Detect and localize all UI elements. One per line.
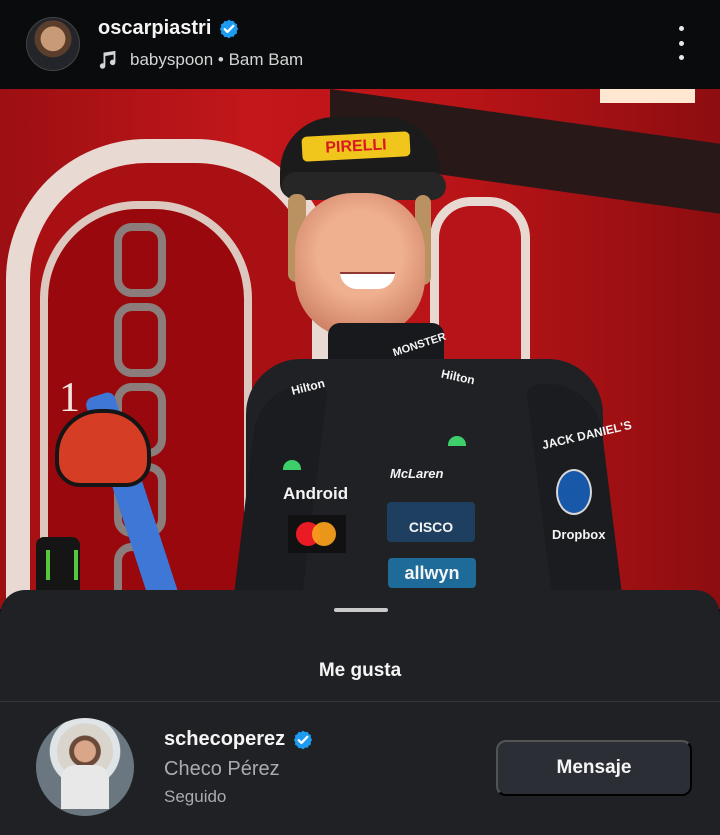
liker-username-row[interactable]: schecoperez xyxy=(164,728,314,751)
message-button[interactable]: Mensaje xyxy=(496,740,692,796)
mastercard-logo xyxy=(288,515,346,553)
likes-bottom-sheet: Me gusta schecoperez Checo Pérez Seguido… xyxy=(0,590,720,835)
ceiling-light xyxy=(600,89,695,103)
cisco-logo: CISCO xyxy=(387,502,475,542)
smiling-face xyxy=(295,193,425,338)
liker-username[interactable]: schecoperez xyxy=(164,728,285,751)
music-note-icon xyxy=(99,50,116,69)
follow-status: Seguido xyxy=(164,787,227,806)
post-photo[interactable]: 1 PIRELLI Android McLaren CISCO allwyn H… xyxy=(0,89,720,609)
mclaren-logo: McLaren xyxy=(390,466,444,481)
post-header: oscarpiastri babyspoon • Bam Bam xyxy=(0,0,720,89)
liker-avatar[interactable] xyxy=(36,718,134,816)
sheet-title: Me gusta xyxy=(318,660,402,681)
verified-icon xyxy=(220,19,239,38)
verified-icon xyxy=(294,730,313,749)
profile-avatar[interactable] xyxy=(26,17,80,71)
liker-row[interactable]: schecoperez Checo Pérez Seguido Mensaje xyxy=(0,702,720,835)
profile-username[interactable]: oscarpiastri xyxy=(98,17,211,40)
android-logo: Android xyxy=(283,484,349,503)
racing-helmet xyxy=(55,409,151,487)
audio-track-row[interactable]: babyspoon • Bam Bam xyxy=(98,49,303,71)
profile-username-row[interactable]: oscarpiastri xyxy=(98,17,240,40)
allwyn-logo: allwyn xyxy=(388,558,476,588)
liker-full-name: Checo Pérez xyxy=(164,758,280,780)
more-options-icon[interactable] xyxy=(670,26,692,60)
dropbox-logo: Dropbox xyxy=(552,527,606,542)
audio-track-label[interactable]: babyspoon • Bam Bam xyxy=(130,50,303,70)
sheet-grabber[interactable] xyxy=(334,608,388,612)
smile xyxy=(340,272,395,289)
estrella-galicia-badge xyxy=(556,469,592,515)
